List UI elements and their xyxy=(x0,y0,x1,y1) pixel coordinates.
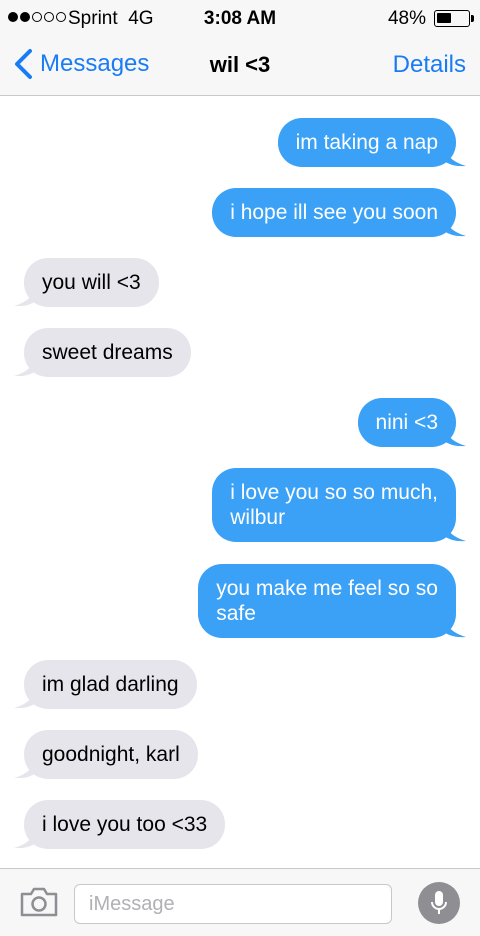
bubble-tail xyxy=(444,522,466,542)
message-input[interactable] xyxy=(74,884,392,924)
message-text: you will <3 xyxy=(42,271,141,294)
bubble-tail xyxy=(444,147,466,167)
received-message-bubble[interactable]: im glad darling xyxy=(14,660,197,709)
bubble-tail xyxy=(14,287,36,307)
camera-icon[interactable] xyxy=(20,887,58,917)
message-text: i love you too <33 xyxy=(42,813,208,836)
bubble-tail xyxy=(14,829,36,849)
message-text: you make me feel so so safe xyxy=(216,577,438,625)
message-text: sweet dreams xyxy=(42,341,173,364)
details-button[interactable]: Details xyxy=(393,51,466,79)
battery-tip xyxy=(471,15,474,22)
battery-level xyxy=(437,13,451,23)
message-text: im taking a nap xyxy=(295,131,438,154)
message-text: goodnight, karl xyxy=(42,743,180,766)
bubble-tail xyxy=(14,357,36,377)
microphone-button[interactable] xyxy=(418,882,460,924)
message-text: i love you so so much, wilbur xyxy=(230,481,438,529)
bubble-tail xyxy=(14,759,36,779)
sent-message-bubble[interactable]: im taking a nap xyxy=(277,118,466,167)
sent-message-bubble[interactable]: nini <3 xyxy=(357,398,466,447)
status-bar: Sprint 4G 3:08 AM 48% xyxy=(0,0,480,36)
message-list: im taking a nap i hope ill see you soon yo… xyxy=(0,97,480,867)
received-message-bubble[interactable]: goodnight, karl xyxy=(14,730,198,779)
bubble-tail xyxy=(444,618,466,638)
navigation-bar: Messages wil <3 Details xyxy=(0,36,480,96)
input-bar xyxy=(0,868,480,936)
message-text: i hope ill see you soon xyxy=(230,201,438,224)
battery-percentage: 48% xyxy=(387,8,426,29)
received-message-bubble[interactable]: you will <3 xyxy=(14,258,159,307)
received-message-bubble[interactable]: sweet dreams xyxy=(14,328,191,377)
message-text: im glad darling xyxy=(42,673,179,696)
microphone-icon xyxy=(431,891,447,914)
bubble-tail xyxy=(444,427,466,447)
battery-icon xyxy=(434,10,470,27)
bubble-tail xyxy=(14,689,36,709)
sent-message-bubble[interactable]: i love you so so much, wilbur xyxy=(212,468,466,542)
sent-message-bubble[interactable]: i hope ill see you soon xyxy=(212,188,466,237)
message-text: nini <3 xyxy=(375,411,438,434)
received-message-bubble[interactable]: i love you too <33 xyxy=(14,800,226,849)
sent-message-bubble[interactable]: you make me feel so so safe xyxy=(198,564,466,638)
bubble-tail xyxy=(444,217,466,237)
